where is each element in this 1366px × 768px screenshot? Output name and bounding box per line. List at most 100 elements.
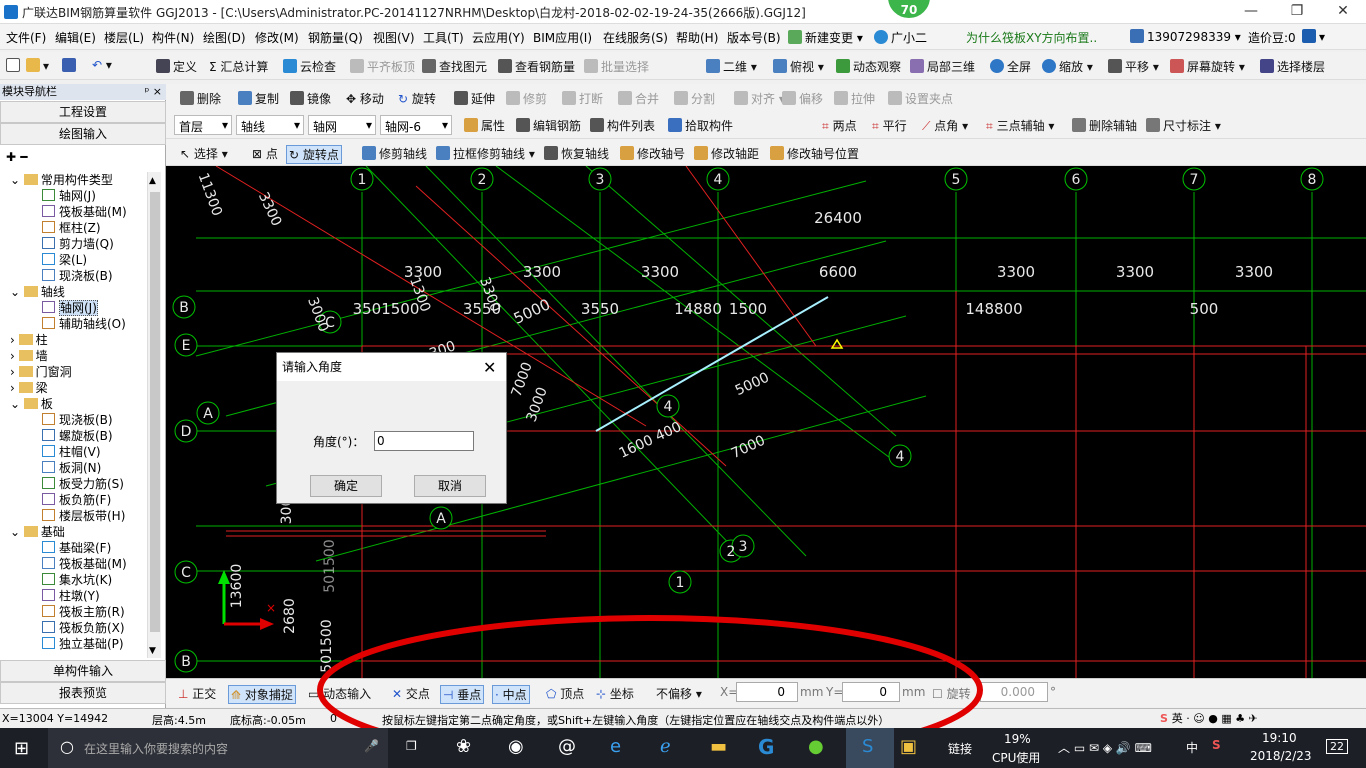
trim-axis-button[interactable]: 修剪轴线 [362,145,427,162]
pin-close-icon[interactable]: ᵖ × [145,84,162,100]
two-point-button[interactable]: ⌗ 两点 [822,117,857,134]
drawing-input-button[interactable]: 绘图输入 [0,123,166,145]
edit-rebar-button[interactable]: 编辑钢筋 [516,117,581,134]
tree-folder[interactable]: › 墙 [10,348,48,364]
mirror-button[interactable]: 镜像 [290,90,331,107]
tree-scrollbar[interactable]: ▲ ▼ [147,172,161,658]
tree-item[interactable]: 现浇板(B) [42,412,113,428]
tree-item[interactable]: 轴网(J) [42,300,98,316]
project-settings-button[interactable]: 工程设置 [0,101,166,123]
offset-button[interactable]: 偏移 [782,90,823,107]
dynamic-view-button[interactable]: 动态观察 [836,58,901,75]
ime-indicator[interactable]: 中 [1186,739,1198,756]
collapse-icon[interactable]: ⌄ [10,397,24,411]
menu-floor[interactable]: 楼层(L) [104,29,144,46]
taskbar-app-3-icon[interactable]: @ [558,736,576,757]
menu-modify[interactable]: 修改(M) [255,29,299,46]
pan-button[interactable]: 平移 ▾ [1108,58,1159,75]
expand-icon[interactable]: › [10,381,19,395]
2d-view-select[interactable]: 二维 ▾ [706,58,757,75]
tree-folder[interactable]: › 梁 [10,380,48,396]
open-file-icon[interactable]: ▾ [26,58,49,73]
screen-rotate-button[interactable]: 屏幕旋转 ▾ [1170,58,1245,75]
undo-icon[interactable]: ↶ ▾ [92,58,112,72]
menu-help[interactable]: 帮助(H) [676,29,718,46]
taskbar-app-2-icon[interactable]: ◉ [508,736,524,757]
fullscreen-button[interactable]: 全屏 [990,58,1031,75]
expand-icon[interactable]: › [10,365,19,379]
copy-button[interactable]: 复制 [238,90,279,107]
local-3d-button[interactable]: 局部三维 [910,58,975,75]
close-button[interactable]: ✕ [1320,0,1366,24]
windows-start-icon[interactable]: ⊞ [14,738,29,759]
collapse-icon[interactable]: ⌄ [10,525,24,539]
object-snap-button[interactable]: ⟰ 对象捕捉 [228,685,296,704]
report-preview-button[interactable]: 报表预览 [0,682,166,704]
menu-cloud[interactable]: 云应用(Y) [472,29,525,46]
tree-folder[interactable]: › 柱 [10,332,48,348]
coordinate-snap-button[interactable]: ⊹ 坐标 [596,685,634,702]
tree-folder[interactable]: › 门窗洞 [10,364,72,380]
new-file-icon[interactable] [6,58,23,73]
three-point-axis-button[interactable]: ⌗ 三点辅轴 ▾ [986,117,1054,134]
tree-item[interactable]: 柱帽(V) [42,444,101,460]
tray-icons[interactable]: ︿ ▭ ✉ ◈ 🔊 ⌨ [1058,739,1152,756]
set-grip-button[interactable]: 设置夹点 [888,90,953,107]
tree-item[interactable]: 柱墩(Y) [42,588,100,604]
ok-button[interactable]: 确定 [310,475,382,497]
taskbar-app-1-icon[interactable]: ❀ [456,736,471,757]
component-select[interactable]: 轴网-6 ▾ [380,115,452,135]
ortho-button[interactable]: ⊥ 正交 [178,685,216,702]
tree-item[interactable]: 框柱(Z) [42,220,101,236]
extend-button[interactable]: 延伸 [454,90,495,107]
expand-icon[interactable]: › [10,349,19,363]
delete-aux-axis-button[interactable]: 删除辅轴 [1072,117,1137,134]
active-app-icon[interactable]: S [846,728,894,768]
summary-calc-button[interactable]: Σ 汇总计算 [209,58,268,75]
tree-item[interactable]: 基础梁(F) [42,540,111,556]
tree-item[interactable]: 梁(L) [42,252,87,268]
tree-item[interactable]: 辅助轴线(O) [42,316,126,332]
rotate-point-button[interactable]: ↻ 旋转点 [286,145,342,164]
tree-item[interactable]: 板洞(N) [42,460,101,476]
zoom-button[interactable]: 缩放 ▾ [1042,58,1093,75]
tree-item[interactable]: 板负筋(F) [42,492,111,508]
score-badge[interactable]: 70 [886,0,932,20]
stretch-button[interactable]: 拉伸 [834,90,875,107]
tree-item[interactable]: 筏板负筋(X) [42,620,125,636]
new-change-button[interactable]: 新建变更 ▾ [788,29,863,46]
single-component-input-button[interactable]: 单构件输入 [0,660,166,682]
dimension-button[interactable]: 尺寸标注 ▾ [1146,117,1221,134]
sogou-ime-icon[interactable]: S 英 · ☺ ● ▦ ♣ ✈ [1160,710,1258,726]
menu-bim[interactable]: BIM应用(I) [533,29,592,46]
expand-icon[interactable]: › [10,333,19,347]
user-phone[interactable]: 13907298339 ▾ [1130,29,1241,44]
break-button[interactable]: 打断 [562,90,603,107]
batch-select-button[interactable]: 批量选择 [584,58,649,75]
sogou-tray-icon[interactable]: S [1212,738,1221,752]
menu-rebar[interactable]: 钢筋量(Q) [308,29,363,46]
modify-axis-distance-button[interactable]: 修改轴距 [694,145,759,162]
guangxiaoer-button[interactable]: 广小二 [874,29,927,46]
taskbar-search-box[interactable]: ○ 在这里输入你要搜索的内容 🎤 [48,728,388,768]
restore-axis-button[interactable]: 恢复轴线 [544,145,609,162]
y-offset-input[interactable] [842,682,900,702]
align-slab-top-button[interactable]: 平齐板顶 [350,58,415,75]
component-list-button[interactable]: 构件列表 [590,117,655,134]
edge-icon[interactable]: e [610,736,621,757]
menu-file[interactable]: 文件(F) [6,29,46,46]
cloud-check-button[interactable]: 云检查 [283,58,336,75]
select-button[interactable]: ↖ 选择 ▾ [180,145,228,162]
offset-mode-select[interactable]: 不偏移 ▾ [656,685,702,702]
tree-item[interactable]: 剪力墙(Q) [42,236,114,252]
collapse-icon[interactable]: ⌄ [10,285,24,299]
midpoint-snap-button[interactable]: · 中点 [492,685,530,704]
merge-button[interactable]: 合并 [618,90,659,107]
x-offset-input[interactable] [736,682,798,702]
modify-axis-number-position-button[interactable]: 修改轴号位置 [770,145,859,162]
minimize-button[interactable]: — [1228,0,1274,24]
pick-component-button[interactable]: 拾取构件 [668,117,733,134]
align-button[interactable]: 对齐 ▾ [734,90,785,107]
notification-count[interactable]: 22 [1326,739,1348,754]
parallel-button[interactable]: ⌗ 平行 [872,117,907,134]
